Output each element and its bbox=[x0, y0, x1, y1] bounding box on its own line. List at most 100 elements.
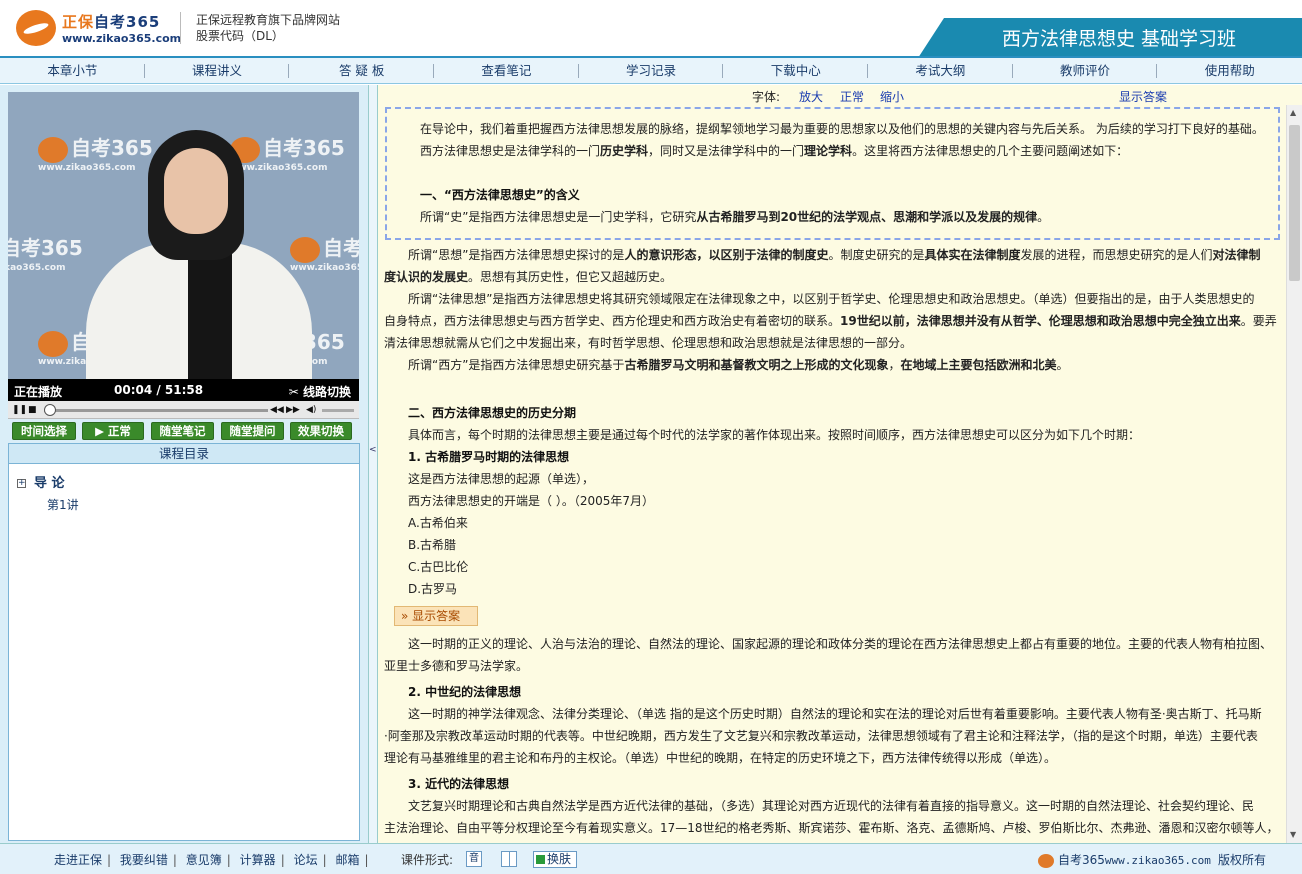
show-answer-button[interactable]: » 显示答案 bbox=[394, 606, 478, 626]
text-line: 清法律思想就需从它们之中发掘出来，有时哲学思想、伦理思想和政治思想就是法律思想的… bbox=[384, 336, 913, 350]
text-line: 所谓“史”是指西方法律思想史是一门史学科，它研究从古希腊罗马到20世纪的法学观点… bbox=[420, 210, 1050, 224]
subsection-heading: 2. 中世纪的法律思想 bbox=[408, 685, 522, 699]
effect-switch-button[interactable]: 效果切换 bbox=[290, 422, 352, 440]
text-line: 这一时期的神学法律观念、法律分类理论、（单选 指的是这个历史时期）自然法的理论和… bbox=[408, 707, 1262, 721]
seek-handle[interactable] bbox=[44, 404, 56, 416]
time-select-button[interactable]: 时间选择 bbox=[12, 422, 76, 440]
course-catalog: 课程目录 + 导 论 第1讲 bbox=[8, 443, 360, 841]
text-line: 所谓“法律思想”是指西方法律思想史将其研究领域限定在法律现象之中，以区别于哲学史… bbox=[408, 292, 1255, 306]
stop-icon[interactable]: ■ bbox=[28, 405, 37, 415]
seek-bar[interactable] bbox=[44, 409, 268, 412]
subsection-heading: 1. 古希腊罗马时期的法律思想 bbox=[408, 450, 570, 464]
chevron-left-icon[interactable]: < bbox=[369, 445, 377, 455]
footer-link-about[interactable]: 走进正保 bbox=[54, 853, 102, 867]
text-line: 西方法律思想史是法律学科的一门历史学科，同时又是法律学科中的一门理论学科。这里将… bbox=[420, 144, 1129, 158]
change-skin-button[interactable]: 换肤 bbox=[533, 851, 577, 868]
text-line: 理论有马基雅维里的君主论和布丹的主权论。（单选）中世纪的晚期，在特定的历史环境之… bbox=[384, 751, 1057, 765]
footer-link-mail[interactable]: 邮箱 bbox=[335, 853, 359, 867]
quiz-option-a: A.古希伯来 bbox=[408, 516, 468, 530]
content-scrollbar[interactable]: ▲ ▼ bbox=[1286, 105, 1302, 843]
quiz-question: 西方法律思想史的开端是（ ）。（2005年7月） bbox=[408, 494, 654, 508]
logo-title: 正保自考365 bbox=[62, 13, 161, 31]
video-watermark: 自考365www.zikao365.com bbox=[8, 236, 83, 273]
text-line: 亚里士多德和罗马法学家。 bbox=[384, 659, 529, 673]
footer-link-calculator[interactable]: 计算器 bbox=[240, 853, 276, 867]
skin-icon bbox=[536, 855, 545, 864]
catalog-chapter[interactable]: + 导 论 bbox=[17, 472, 65, 491]
nav-exam-outline[interactable]: 考试大纲 bbox=[868, 58, 1013, 83]
tagline: 正保远程教育旗下品牌网站 股票代码（DL） bbox=[196, 13, 341, 43]
course-title-banner: 西方法律思想史 基础学习班 bbox=[918, 18, 1302, 58]
player-controls: ❚❚ ■ ◀◀ ▶▶ ◀) bbox=[8, 401, 359, 419]
normal-speed-button[interactable]: ▶ 正常 bbox=[82, 422, 144, 440]
section-heading: 一、“西方法律思想史”的含义 bbox=[420, 188, 580, 202]
course-title: 西方法律思想史 基础学习班 bbox=[1002, 28, 1237, 50]
text-line: 所谓“思想”是指西方法律思想史探讨的是人的意识形态，以区别于法律的制度史。制度史… bbox=[408, 248, 1261, 262]
text-line: ·阿奎那及宗教改革运动时期的代表等。中世纪晚期，西方发生了文艺复兴和宗教改革运动… bbox=[384, 729, 1258, 743]
rewind-icon[interactable]: ◀◀ bbox=[270, 405, 284, 415]
nav-chapter-summary[interactable]: 本章小节 bbox=[0, 58, 145, 83]
expand-icon[interactable]: + bbox=[17, 479, 26, 488]
text-line: 自身特点，西方法律思想史与西方哲学史、西方伦理史和西方政治史有着密切的联系。19… bbox=[384, 314, 1277, 328]
nav-lecture-notes[interactable]: 课程讲义 bbox=[145, 58, 290, 83]
copyright: 版权所有 bbox=[1218, 853, 1267, 867]
class-notes-button[interactable]: 随堂笔记 bbox=[151, 422, 214, 440]
panel-collapse-toggle[interactable]: < bbox=[368, 85, 378, 843]
site-logo[interactable]: 正保自考365 www.zikao365.com bbox=[16, 8, 181, 48]
footer-link-feedback[interactable]: 意见簿 bbox=[186, 853, 222, 867]
header-divider bbox=[180, 12, 181, 44]
footer-links: 走进正保 | 我要纠错 | 意见簿 | 计算器 | 论坛 | 邮箱 | bbox=[54, 853, 369, 867]
logo-url: www.zikao365.com bbox=[62, 32, 182, 45]
nav-qa-board[interactable]: 答 疑 板 bbox=[289, 58, 434, 83]
catalog-title: 课程目录 bbox=[9, 444, 359, 464]
text-line: 主法治理论、自由平等分权理论至今有着现实意义。17—18世纪的格老秀斯、斯宾诺莎… bbox=[384, 821, 1279, 835]
nav-download-center[interactable]: 下载中心 bbox=[723, 58, 868, 83]
nav-view-notes[interactable]: 查看笔记 bbox=[434, 58, 579, 83]
quiz-option-d: D.古罗马 bbox=[408, 582, 458, 596]
class-question-button[interactable]: 随堂提问 bbox=[221, 422, 284, 440]
nav-teacher-review[interactable]: 教师评价 bbox=[1013, 58, 1158, 83]
audio-mode-button[interactable]: 音 bbox=[466, 851, 482, 867]
text-line: 度认识的发展史。思想有其历史性，但它又超越历史。 bbox=[384, 270, 673, 284]
playback-time: 00:04 / 51:58 bbox=[114, 383, 204, 397]
lecturer-figure bbox=[86, 130, 318, 379]
text-line: 这是西方法律思想的起源（单选）， bbox=[408, 472, 595, 486]
volume-icon[interactable]: ◀) bbox=[306, 405, 316, 415]
quiz-option-c: C.古巴比伦 bbox=[408, 560, 469, 574]
footer-link-report-error[interactable]: 我要纠错 bbox=[120, 853, 168, 867]
scroll-up-icon[interactable]: ▲ bbox=[1290, 108, 1296, 117]
text-line: 所谓“西方”是指西方法律思想史研究基于古希腊罗马文明和基督教文明之上形成的文化现… bbox=[408, 358, 1069, 372]
quiz-option-b: B.古希腊 bbox=[408, 538, 457, 552]
courseware-format-label: 课件形式: bbox=[401, 853, 454, 867]
video-player[interactable]: 自考365 www.zikao365.com 自考365 www.zikao365.… bbox=[8, 92, 359, 379]
brand-logo-icon bbox=[1038, 853, 1054, 868]
text-line: 这一时期的正义的理论、人治与法治的理论、自然法的理论、国家起源的理论和政体分类的… bbox=[408, 637, 1273, 651]
text-line: 文艺复兴时期理论和古典自然法学是西方近代法律的基础，（多选）其理论对西方近现代的… bbox=[408, 799, 1255, 813]
subsection-heading: 3. 近代的法律思想 bbox=[408, 777, 510, 791]
nav-study-record[interactable]: 学习记录 bbox=[579, 58, 724, 83]
left-panel: 自考365 www.zikao365.com 自考365 www.zikao365.… bbox=[0, 85, 368, 843]
forward-icon[interactable]: ▶▶ bbox=[286, 405, 300, 415]
section-heading: 二、西方法律思想史的历史分期 bbox=[408, 406, 577, 420]
footer-brand: 自考365www.zikao365.com bbox=[1038, 851, 1211, 868]
main-nav: 本章小节 课程讲义 答 疑 板 查看笔记 学习记录 下载中心 考试大纲 教师评价… bbox=[0, 58, 1302, 84]
pause-icon[interactable]: ❚❚ bbox=[12, 405, 27, 415]
lecture-content-pane: 字体: 放大 正常 缩小 显示答案 在导论中，我们着重把握西方法律思想发展的脉络… bbox=[378, 85, 1302, 843]
text-line: 在导论中，我们着重把握西方法律思想发展的脉络，提纲挈领地学习最为重要的思想家以及… bbox=[420, 122, 1264, 136]
video-status-bar: 正在播放 00:04 / 51:58 ✂ 线路切换 bbox=[8, 379, 359, 401]
lecture-text: 在导论中，我们着重把握西方法律思想发展的脉络，提纲挈领地学习最为重要的思想家以及… bbox=[384, 85, 1282, 843]
volume-slider[interactable] bbox=[322, 409, 354, 412]
logo-icon bbox=[16, 10, 56, 46]
scroll-thumb[interactable] bbox=[1289, 125, 1300, 281]
text-line: 具体而言，每个时期的法律思想主要是通过每个时代的法学家的著作体现出来。按照时间顺… bbox=[408, 428, 1141, 442]
nav-help[interactable]: 使用帮助 bbox=[1157, 58, 1302, 83]
line-switch-button[interactable]: ✂ 线路切换 bbox=[289, 383, 351, 400]
footer-link-forum[interactable]: 论坛 bbox=[294, 853, 318, 867]
player-toolbar: 时间选择 ▶ 正常 随堂笔记 随堂提问 效果切换 bbox=[8, 422, 359, 442]
split-layout-icon[interactable] bbox=[501, 851, 517, 867]
footer: 走进正保 | 我要纠错 | 意见簿 | 计算器 | 论坛 | 邮箱 | 课件形式: 音 换肤… bbox=[0, 843, 1302, 874]
header: 正保自考365 www.zikao365.com 正保远程教育旗下品牌网站 股票… bbox=[0, 0, 1302, 58]
catalog-lecture-link[interactable]: 第1讲 bbox=[47, 496, 79, 513]
playback-status: 正在播放 bbox=[14, 385, 63, 399]
scroll-down-icon[interactable]: ▼ bbox=[1290, 830, 1296, 839]
